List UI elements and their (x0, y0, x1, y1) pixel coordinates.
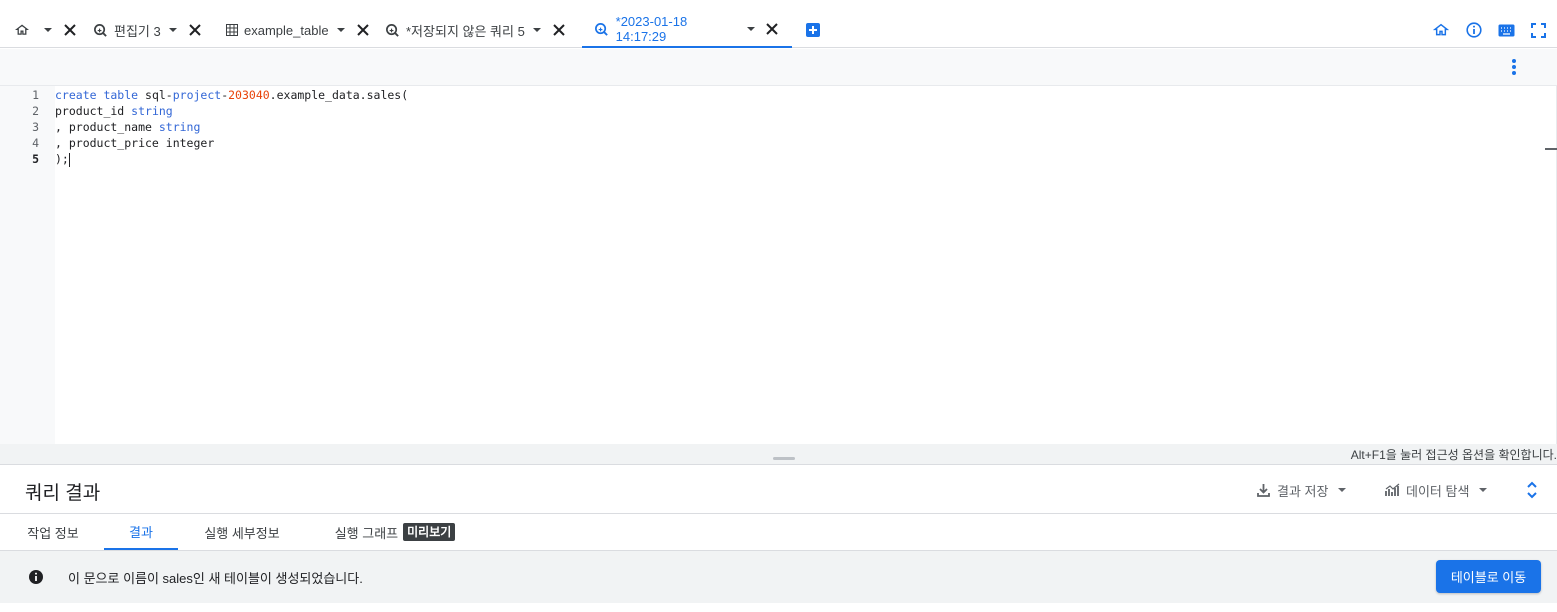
accessibility-hint: Alt+F1을 눌러 접근성 옵션을 확인합니다. (1350, 448, 1557, 462)
chevron-down-icon[interactable] (334, 23, 348, 37)
tab-editor-3[interactable]: 편집기 3 (92, 12, 203, 48)
sql-editor[interactable]: 1 2 3 4 5 create table sql-project-20304… (0, 86, 1557, 444)
close-icon[interactable] (62, 22, 78, 38)
query-icon (384, 22, 400, 38)
tab-label: 결과 (129, 524, 153, 540)
more-options-button[interactable] (1505, 57, 1523, 77)
add-tab-button[interactable] (805, 22, 821, 38)
download-icon (1256, 483, 1271, 498)
preview-badge: 미리보기 (403, 523, 456, 541)
tab-label: example_table (244, 22, 329, 38)
tab-label: 편집기 3 (114, 23, 161, 39)
more-vert-icon (1512, 59, 1516, 75)
code-line: , product_price integer (55, 135, 214, 151)
chevron-down-icon[interactable] (744, 22, 758, 36)
home-button[interactable] (1432, 21, 1450, 39)
code-line: , product_name string (55, 119, 200, 135)
tab-results[interactable]: 결과 (104, 514, 178, 550)
chevron-down-icon[interactable] (41, 23, 55, 37)
tab-example-table[interactable]: example_table (224, 12, 371, 48)
results-title: 쿼리 결과 (25, 483, 101, 504)
code-token: sql- (138, 88, 173, 102)
explore-data-label: 데이터 탐색 (1406, 483, 1470, 499)
code-line: product_id string (55, 103, 173, 119)
tab-home[interactable] (14, 12, 78, 48)
tab-unsaved-query-5[interactable]: *저장되지 않은 쿼리 5 (384, 12, 567, 48)
chevron-down-icon[interactable] (530, 23, 544, 37)
tab-label: 실행 세부정보 (204, 525, 280, 541)
fullscreen-icon (1530, 22, 1546, 38)
keyboard-shortcuts-button[interactable] (1497, 21, 1515, 39)
line-number: 2 (32, 104, 39, 118)
line-number: 1 (32, 88, 39, 102)
code-token: , product_name (55, 120, 159, 134)
line-number: 5 (32, 152, 39, 166)
result-message-bar: 이 문으로 이름이 sales인 새 테이블이 생성되었습니다. 테이블로 이동 (0, 551, 1557, 603)
info-icon (1466, 22, 1482, 38)
type-token: string (131, 104, 173, 118)
fullscreen-button[interactable] (1529, 21, 1547, 39)
close-icon[interactable] (355, 22, 371, 38)
tab-label: 작업 정보 (27, 525, 79, 541)
expand-collapse-button[interactable] (1523, 480, 1541, 500)
chevron-down-icon (1337, 485, 1347, 495)
number-token: 203040 (228, 88, 270, 102)
code-line: create table sql-project-203040.example_… (55, 87, 408, 103)
code-area[interactable]: create table sql-project-203040.example_… (55, 86, 1557, 444)
results-tabs: 작업 정보 결과 실행 세부정보 실행 그래프 미리보기 (0, 514, 1557, 551)
code-token: , product_price integer (55, 136, 215, 150)
info-icon (28, 569, 44, 585)
chevron-down-icon[interactable] (166, 23, 180, 37)
query-icon (594, 21, 610, 37)
line-number: 4 (32, 136, 39, 150)
type-token: string (158, 120, 201, 134)
tab-execution-details[interactable]: 실행 세부정보 (192, 514, 292, 550)
tab-label: *2023-01-18 14:17:29 (615, 14, 688, 44)
keyword-token: project (172, 88, 222, 102)
explore-data-button[interactable]: 데이터 탐색 (1385, 481, 1488, 499)
text-cursor (68, 152, 70, 167)
line-number: 3 (32, 120, 39, 134)
code-token: .example_data.sales( (269, 88, 409, 102)
close-icon[interactable] (187, 22, 203, 38)
resize-handle[interactable] (773, 457, 795, 460)
bottom-strip (0, 603, 1557, 612)
code-token: product_id (55, 104, 132, 118)
tab-label: 실행 그래프 (334, 525, 399, 541)
code-line: ); (55, 151, 70, 167)
editor-footer: Alt+F1을 눌러 접근성 옵션을 확인합니다. (0, 444, 1557, 464)
home-icon (14, 22, 30, 38)
save-results-label: 결과 저장 (1277, 483, 1329, 499)
query-icon (92, 22, 108, 38)
chevron-down-icon (1478, 485, 1488, 495)
keyboard-icon (1498, 24, 1514, 36)
code-token: ); (55, 152, 69, 166)
tab-label: *저장되지 않은 쿼리 5 (406, 23, 525, 39)
home-icon (1433, 23, 1449, 36)
scroll-position-marker (1545, 148, 1557, 150)
tab-job-info[interactable]: 작업 정보 (14, 514, 92, 550)
tab-execution-graph[interactable]: 실행 그래프 미리보기 (325, 514, 465, 550)
editor-toolbar (0, 49, 1557, 86)
chart-icon (1385, 483, 1400, 498)
results-header: 쿼리 결과 결과 저장 데이터 탐색 (0, 464, 1557, 514)
table-icon (224, 22, 240, 38)
close-icon[interactable] (551, 22, 567, 38)
result-message: 이 문으로 이름이 sales인 새 테이블이 생성되었습니다. (68, 571, 363, 586)
go-to-table-button[interactable]: 테이블로 이동 (1436, 560, 1541, 593)
editor-tab-bar: 편집기 3 example_table *저장되지 않은 쿼리 5 *2023-… (0, 0, 1557, 48)
keyword-token: create table (55, 88, 139, 102)
close-icon[interactable] (764, 21, 780, 37)
save-results-button[interactable]: 결과 저장 (1256, 481, 1347, 499)
info-button[interactable] (1465, 21, 1483, 39)
unfold-icon (1527, 481, 1537, 499)
plus-icon (806, 23, 820, 37)
tab-active-query[interactable]: *2023-01-18 14:17:29 (582, 12, 792, 48)
line-number-gutter: 1 2 3 4 5 (0, 86, 55, 444)
